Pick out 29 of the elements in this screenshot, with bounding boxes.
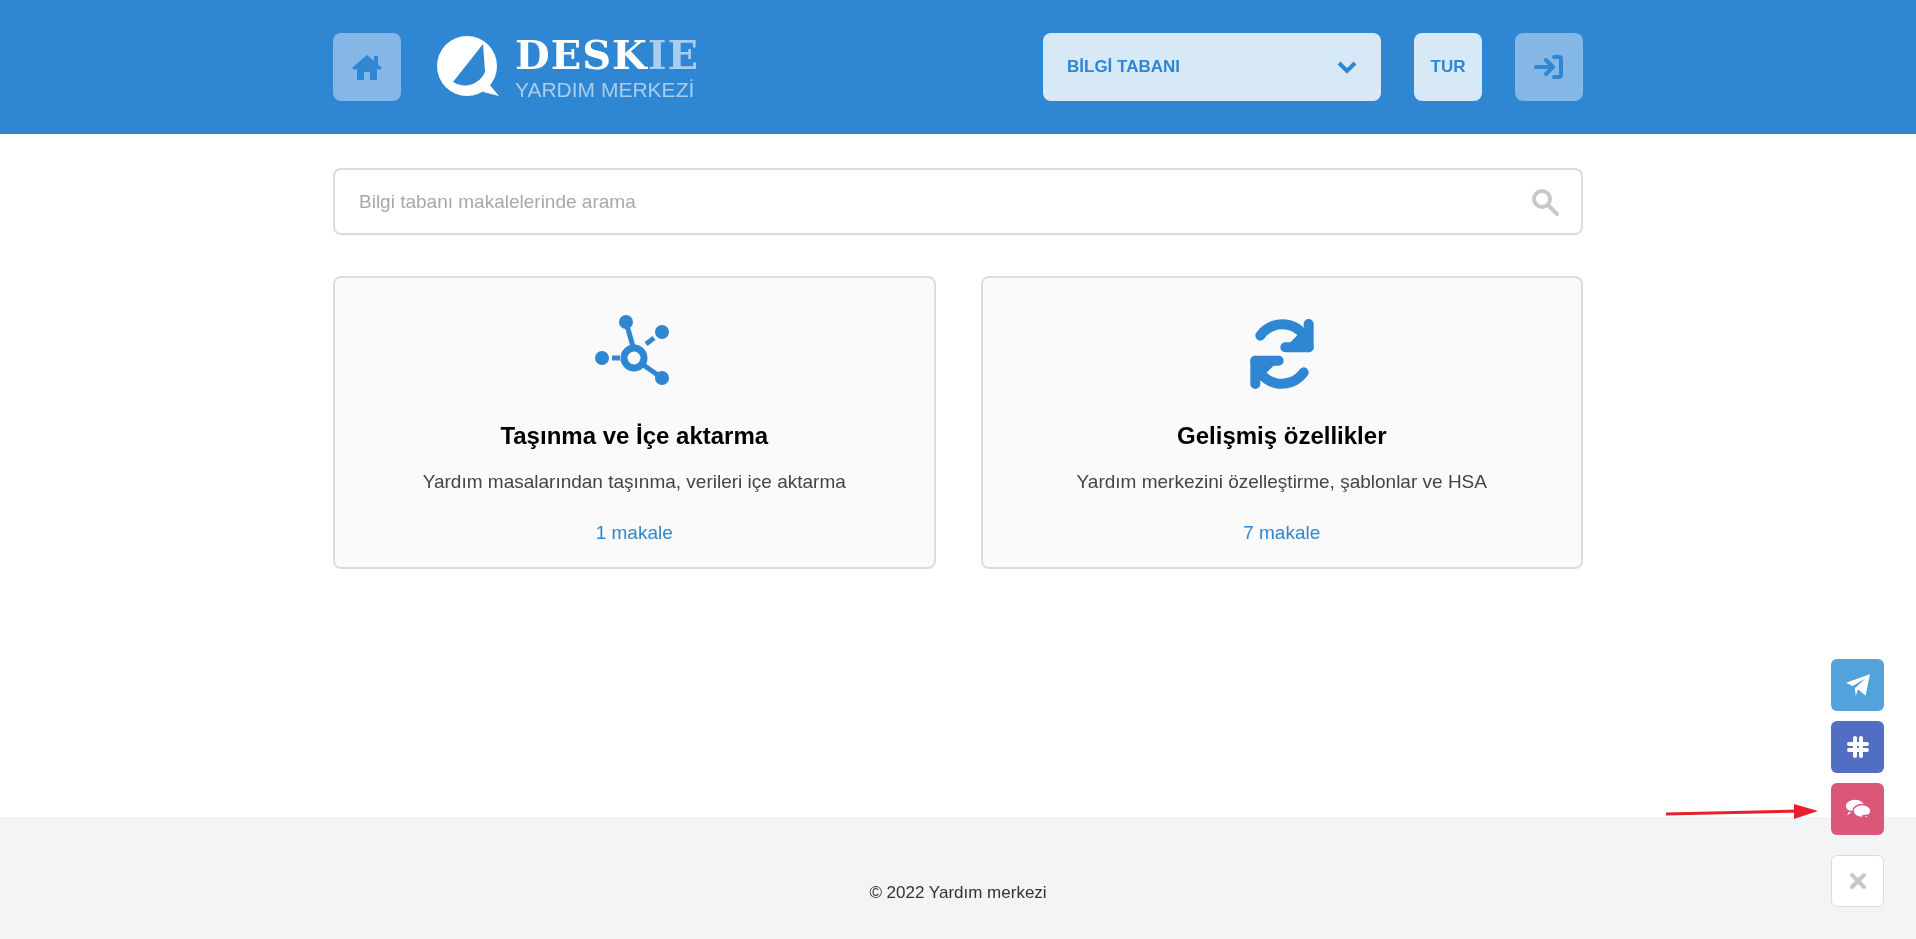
article-count-link[interactable]: 7 makale [1243,518,1321,547]
contact-button[interactable] [1831,783,1884,835]
category-card[interactable]: Taşınma ve İçe aktarma Yardım masalarından taşınma, verileri içe aktarma 1 makale [333,276,936,569]
search-icon [1531,188,1559,216]
home-icon [351,53,383,81]
chevron-icon [1337,60,1357,74]
logo-subtitle: YARDIM MERKEZİ [515,78,696,100]
search-field[interactable]: Bilgi tabanı makalelerinde arama [333,168,1583,235]
category-title: Gelişmiş özellikler [1177,421,1387,451]
hash-grid-icon [1845,735,1870,759]
category-description: Yardım merkezini özelleştirme, şablonlar ve HSA [1076,470,1487,494]
close-icon [1848,872,1867,890]
section-dropdown[interactable]: BİLGİ TABANI [1043,33,1381,101]
logo-wordmark-accent: IE [647,34,700,75]
article-count-link[interactable]: 1 makale [595,518,673,547]
category-description: Yardım masalarından taşınma, verileri içe aktarma [422,470,846,494]
paper-plane-icon [1844,673,1871,697]
sign-in-icon [1534,54,1564,80]
close-button[interactable] [1831,855,1884,907]
copyright-text: © 2022 Yardım merkezi [869,882,1047,905]
contact-button[interactable] [1831,721,1884,773]
login-button[interactable] [1515,33,1583,101]
category-card[interactable]: Gelişmiş özellikler Yardım merkezini özelleştirme, şablonlar ve HSA 7 makale [980,276,1583,569]
chat-bubbles-icon [1843,797,1872,821]
language-button[interactable]: TUR [1414,33,1482,101]
home-button[interactable] [333,33,401,101]
category-title: Taşınma ve İçe aktarma [500,421,769,451]
logo-wordmark: DESK [515,34,648,75]
contact-button[interactable] [1831,659,1884,711]
